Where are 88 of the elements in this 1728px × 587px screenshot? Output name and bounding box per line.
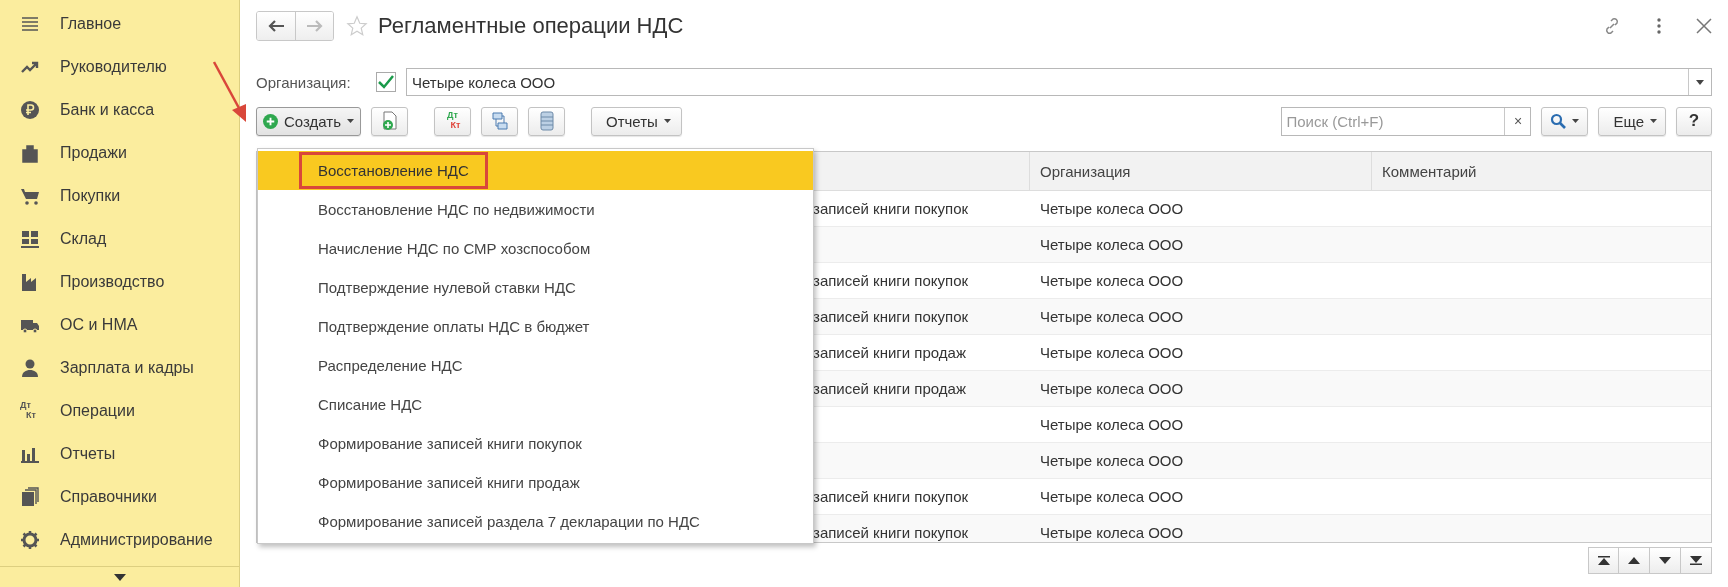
sidebar-item[interactable]: ОС и НМА	[0, 303, 239, 346]
menu-item[interactable]: Подтверждение нулевой ставки НДС	[258, 268, 813, 307]
document-plus-icon	[380, 111, 399, 131]
scroll-bottom-icon	[1690, 556, 1702, 565]
table-cell: записей книги покупок	[813, 200, 969, 217]
sidebar-item[interactable]: Руководителю	[0, 45, 239, 88]
menu-item[interactable]: Формирование записей книги покупок	[258, 424, 813, 463]
ruble-coin-icon	[20, 99, 40, 120]
copy-document-button[interactable]	[371, 106, 408, 136]
stack-icon	[539, 111, 554, 131]
menu-item[interactable]: Начисление НДС по СМР хозспособом	[258, 229, 813, 268]
organization-label: Организация:	[256, 73, 352, 91]
table-cell: Четыре колеса ООО	[1040, 236, 1184, 253]
sidebar-item[interactable]: Банк и касса	[0, 88, 239, 131]
caret-icon	[113, 573, 126, 581]
more-button[interactable]: Еще	[1598, 106, 1666, 136]
sidebar-item[interactable]: Покупки	[0, 174, 239, 217]
bag-icon	[20, 142, 40, 163]
previous-row-button[interactable]	[1619, 547, 1650, 574]
person-icon	[20, 357, 40, 378]
menu-item[interactable]: Списание НДС	[258, 385, 813, 424]
menu-item[interactable]: Подтверждение оплаты НДС в бюджет	[258, 307, 813, 346]
left-arrow-icon	[268, 20, 284, 32]
close-icon[interactable]	[1696, 18, 1712, 34]
back-button[interactable]	[257, 12, 295, 40]
sidebar-item[interactable]: Отчеты	[0, 432, 239, 475]
sidebar-item[interactable]: Зарплата и кадры	[0, 346, 239, 389]
organization-field[interactable]: Четыре колеса ООО	[406, 68, 1712, 96]
caret-icon	[663, 119, 671, 123]
table-cell: Четыре колеса ООО	[1040, 416, 1184, 433]
debit-credit-icon: Дт Кт	[20, 399, 40, 422]
menu-item[interactable]: Формирование записей раздела 7 декларации по НДС	[258, 502, 813, 541]
table-cell: записей книги продаж	[813, 380, 966, 397]
table-cell: Четыре колеса ООО	[1040, 200, 1184, 217]
caret-icon	[1696, 79, 1704, 85]
first-row-button[interactable]	[1588, 547, 1619, 574]
books-icon	[20, 486, 40, 507]
table-cell: записей книги покупок	[813, 524, 969, 541]
debit-credit-button[interactable]: Дт Кт	[434, 106, 471, 136]
caret-icon	[1572, 119, 1580, 123]
caret-icon	[1650, 119, 1657, 123]
menu-item[interactable]: Формирование записей книги продаж	[258, 463, 813, 502]
table-cell: записей книги продаж	[813, 344, 966, 361]
column-header[interactable]: Комментарий	[1371, 152, 1711, 190]
organization-checkbox[interactable]	[376, 72, 396, 92]
warehouse-icon	[20, 228, 40, 249]
sidebar-item[interactable]: Дт Кт Операции	[0, 389, 239, 432]
gear-icon	[20, 529, 40, 550]
sidebar-item[interactable]: Администрирование	[0, 518, 239, 561]
sidebar-item[interactable]: Производство	[0, 260, 239, 303]
menu-item[interactable]: Восстановление НДС по недвижимости	[258, 190, 813, 229]
table-cell: записей книги покупок	[813, 272, 969, 289]
table-cell: Четыре колеса ООО	[1040, 272, 1184, 289]
last-row-button[interactable]	[1681, 547, 1712, 574]
sidebar-item[interactable]: Склад	[0, 217, 239, 260]
list-button[interactable]	[528, 106, 565, 136]
search-icon	[1550, 113, 1567, 129]
search-button[interactable]	[1541, 106, 1589, 136]
menu-item[interactable]: Распределение НДС	[258, 346, 813, 385]
hierarchy-icon	[489, 111, 510, 131]
help-button[interactable]: ?	[1676, 106, 1712, 136]
star-icon[interactable]	[346, 15, 368, 37]
caret-down-icon	[1659, 557, 1671, 564]
structure-button[interactable]	[481, 106, 518, 136]
table-cell: записей книги покупок	[813, 308, 969, 325]
caret-icon	[347, 119, 354, 123]
search-field[interactable]: Поиск (Ctrl+F) ×	[1281, 106, 1532, 136]
next-row-button[interactable]	[1650, 547, 1681, 574]
column-header[interactable]: Организация	[1029, 152, 1371, 190]
table-cell: Четыре колеса ООО	[1040, 308, 1184, 325]
more-options-icon[interactable]	[1656, 17, 1662, 35]
sidebar-item[interactable]: Продажи	[0, 131, 239, 174]
table-cell: Четыре колеса ООО	[1040, 524, 1184, 541]
caret-up-icon	[1628, 557, 1640, 564]
table-cell: Четыре колеса ООО	[1040, 452, 1184, 469]
window-title: Регламентные операции НДС	[378, 13, 684, 39]
table-cell: Четыре колеса ООО	[1040, 380, 1184, 397]
menu-item[interactable]: Восстановление НДС	[258, 151, 813, 190]
create-button[interactable]: Создать	[256, 106, 361, 136]
table-cell: Четыре колеса ООО	[1040, 344, 1184, 361]
table-cell: Четыре колеса ООО	[1040, 488, 1184, 505]
reports-button[interactable]: Отчеты	[591, 106, 682, 136]
sidebar-item[interactable]: Главное	[0, 2, 239, 45]
table-cell: записей книги покупок	[813, 488, 969, 505]
right-arrow-icon	[306, 20, 323, 32]
plus-circle-icon	[263, 113, 278, 129]
sidebar-item[interactable]: Справочники	[0, 475, 239, 518]
scroll-top-icon	[1597, 556, 1610, 565]
